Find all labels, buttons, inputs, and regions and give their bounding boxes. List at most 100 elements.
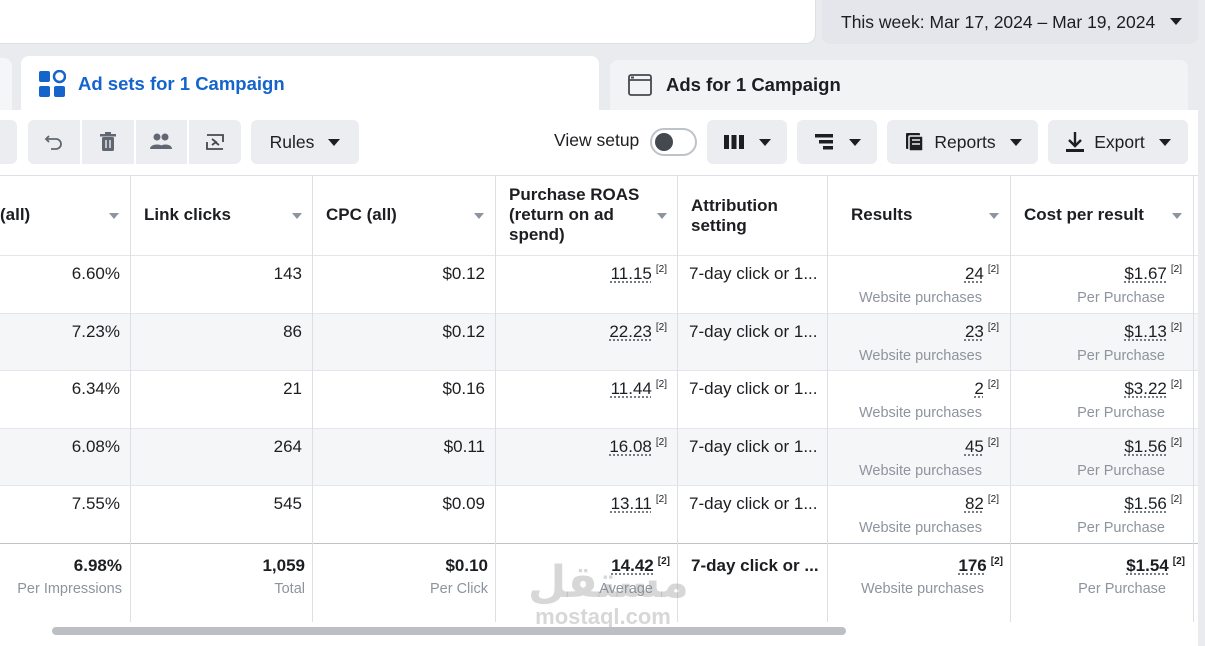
breakdown-button[interactable] (797, 120, 877, 164)
total-link-clicks: 1,059 (262, 556, 305, 575)
chevron-down-icon (1170, 18, 1182, 25)
date-range-label: This week: Mar 17, 2024 – Mar 19, 2024 (841, 11, 1156, 32)
cell-results: 2 [2] (837, 379, 999, 399)
footnote-marker: [2] (657, 556, 670, 567)
total-roas-sub: Average (599, 581, 653, 597)
col-header-cost-per-result[interactable]: Cost per result (1024, 205, 1144, 225)
cell-cpr-sub: Per Purchase (1077, 348, 1165, 364)
undo-button[interactable] (28, 120, 80, 164)
cell-cpr-sub: Per Purchase (1077, 520, 1165, 536)
sort-caret-icon[interactable] (1172, 213, 1182, 219)
row-divider (0, 370, 1198, 371)
total-results-value[interactable]: 176 (958, 556, 986, 575)
total-link-clicks-sub: Total (274, 581, 305, 597)
footnote-marker: [2] (990, 556, 1003, 567)
cell-results-value[interactable]: 2 (974, 379, 983, 398)
cell-results-sub: Website purchases (858, 463, 982, 479)
date-range-picker[interactable]: This week: Mar 17, 2024 – Mar 19, 2024 (822, 0, 1198, 44)
search-bar-area[interactable] (0, 0, 816, 44)
cell-cpr: $1.56 [2] (1020, 494, 1182, 514)
col-header-link-clicks[interactable]: Link clicks (144, 205, 231, 225)
cell-link-clicks: 86 (283, 322, 302, 341)
total-attribution: 7-day click or ... (691, 556, 819, 575)
footnote-marker: [2] (987, 264, 999, 275)
view-setup-label: View setup (554, 130, 640, 150)
audience-button[interactable] (135, 120, 188, 164)
rules-button[interactable]: Rules (251, 120, 359, 164)
chevron-down-icon (759, 138, 771, 146)
cell-link-clicks: 21 (283, 379, 302, 398)
cell-results-value[interactable]: 24 (965, 264, 984, 283)
export-button[interactable]: Export (1048, 120, 1188, 164)
cell-cpr-sub: Per Purchase (1077, 290, 1165, 306)
cell-cpr: $1.67 [2] (1020, 264, 1182, 284)
tab-ad-sets[interactable]: Ad sets for 1 Campaign (21, 56, 599, 112)
cell-cpr-value[interactable]: $1.56 (1124, 437, 1167, 456)
cell-roas: 11.44 [2] (505, 379, 667, 399)
horizontal-scrollbar[interactable] (52, 627, 846, 635)
tab-ads[interactable]: Ads for 1 Campaign (610, 60, 1188, 110)
sort-caret-icon[interactable] (109, 213, 119, 219)
cell-results: 24 [2] (837, 264, 999, 284)
total-cpr-sub: Per Purchase (1078, 581, 1166, 597)
grid-icon (37, 69, 67, 99)
cell-attribution: 7-day click or 1... (689, 264, 818, 283)
cell-attribution: 7-day click or 1... (689, 494, 818, 513)
cell-roas: 16.08 [2] (505, 437, 667, 457)
toggle-knob (655, 133, 673, 151)
cell-cpr-sub: Per Purchase (1077, 405, 1165, 421)
cell-cpr-value[interactable]: $1.67 (1124, 264, 1167, 283)
col-header-attribution[interactable]: Attribution setting (691, 196, 801, 236)
totals-divider (0, 543, 1198, 544)
col-header-ctr[interactable]: (all) (0, 205, 30, 225)
trash-icon (99, 132, 116, 151)
tab-campaigns-stub[interactable] (0, 58, 12, 110)
total-cpr-value[interactable]: $1.54 (1126, 556, 1169, 575)
cell-cpr: $1.13 [2] (1020, 322, 1182, 342)
cell-roas-value[interactable]: 16.08 (609, 437, 652, 456)
reports-button[interactable]: Reports (887, 120, 1038, 164)
toolbar-edit-button[interactable] (0, 120, 17, 164)
cell-cpr: $3.22 [2] (1020, 379, 1182, 399)
cell-roas-value[interactable]: 13.11 (611, 494, 652, 513)
col-header-results[interactable]: Results (851, 205, 912, 225)
columns-button[interactable] (707, 120, 787, 164)
cell-roas-value[interactable]: 11.44 (611, 379, 652, 398)
duplicate-button[interactable] (189, 120, 241, 164)
cell-ctr: 6.60% (71, 264, 120, 283)
cell-results-value[interactable]: 45 (965, 437, 984, 456)
cell-roas-value[interactable]: 22.23 (609, 322, 652, 341)
footnote-marker: [2] (655, 494, 667, 505)
sort-caret-icon[interactable] (474, 213, 484, 219)
sort-caret-icon[interactable] (989, 213, 999, 219)
cell-cpr-value[interactable]: $3.22 (1124, 379, 1167, 398)
cell-results-sub: Website purchases (858, 520, 982, 536)
cell-roas-value[interactable]: 11.15 (611, 264, 652, 283)
cell-attribution: 7-day click or 1... (689, 437, 818, 456)
cell-results: 23 [2] (837, 322, 999, 342)
sort-caret-icon[interactable] (657, 213, 667, 219)
sort-caret-icon[interactable] (292, 213, 302, 219)
cell-results: 82 [2] (837, 494, 999, 514)
col-header-roas[interactable]: Purchase ROAS (return on ad spend) (509, 185, 649, 245)
cell-cpr-value[interactable]: $1.13 (1124, 322, 1167, 341)
cell-attribution: 7-day click or 1... (689, 379, 818, 398)
chevron-down-icon (328, 138, 341, 146)
columns-icon (724, 135, 744, 149)
total-cpc: $0.10 (445, 556, 488, 575)
col-divider (312, 176, 313, 622)
total-ctr-sub: Per Impressions (17, 581, 122, 597)
chevron-down-icon (1009, 138, 1022, 146)
cell-cpr-value[interactable]: $1.56 (1124, 494, 1167, 513)
cell-results-value[interactable]: 23 (965, 322, 984, 341)
footnote-marker: [2] (1170, 379, 1182, 390)
total-roas-value[interactable]: 14.42 (611, 556, 654, 575)
cell-cpr-sub: Per Purchase (1077, 463, 1165, 479)
cell-results-value[interactable]: 82 (965, 494, 984, 513)
cell-ctr: 6.34% (71, 379, 120, 398)
toolbar-action-group (28, 120, 241, 164)
delete-button[interactable] (81, 120, 134, 164)
total-cpr: $1.54 [2] (1020, 556, 1185, 576)
col-header-cpc[interactable]: CPC (all) (326, 205, 397, 225)
view-setup-toggle[interactable] (650, 128, 697, 156)
